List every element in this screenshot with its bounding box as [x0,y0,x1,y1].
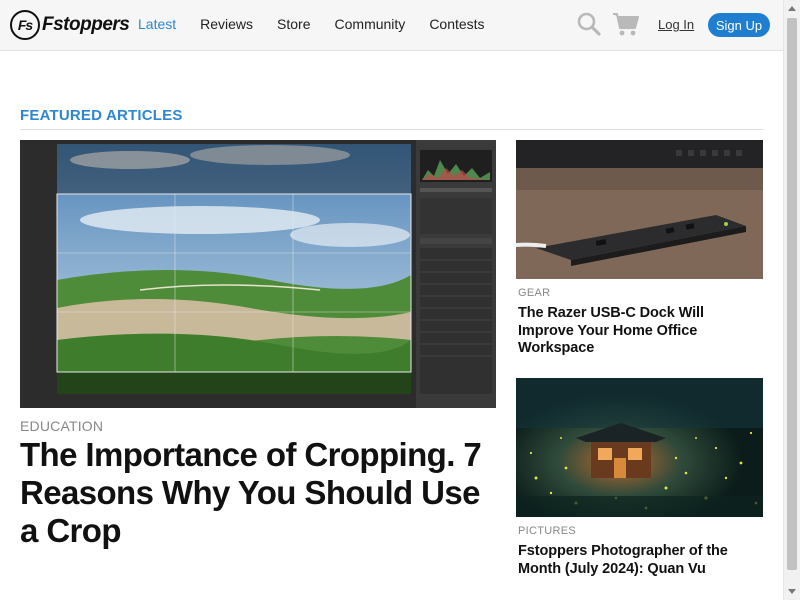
scroll-down-icon[interactable] [788,589,796,594]
signup-button[interactable]: Sign Up [708,13,770,37]
featured-main-image[interactable] [20,140,496,408]
side-article-title[interactable]: Fstoppers Photographer of the Month (Jul… [518,543,758,578]
side-article-title[interactable]: The Razer USB-C Dock Will Improve Your H… [518,305,758,358]
section-divider [20,129,763,130]
side-article-image[interactable] [516,140,763,279]
nav-community[interactable]: Community [335,16,406,32]
featured-main-title[interactable]: The Importance of Cropping. 7 Reasons Wh… [20,436,496,550]
scroll-up-icon[interactable] [788,6,796,11]
cart-icon[interactable] [612,11,640,37]
nav-contests[interactable]: Contests [429,16,484,32]
side-article-category[interactable]: PICTURES [518,525,576,537]
page: Fs Fstoppers Latest Reviews Store Commun… [0,0,800,600]
nav-store[interactable]: Store [277,16,310,32]
site-logo[interactable]: Fs Fstoppers [10,10,130,40]
nav-reviews[interactable]: Reviews [200,16,253,32]
main-nav: Latest Reviews Store Community Contests [126,16,497,32]
page-scrollbar[interactable] [783,0,800,600]
section-title: FEATURED ARTICLES [20,107,183,124]
site-header: Fs Fstoppers Latest Reviews Store Commun… [0,0,783,51]
side-article-image[interactable] [516,378,763,517]
logo-text: Fstoppers [42,14,130,35]
featured-main-category[interactable]: EDUCATION [20,418,103,434]
nav-latest[interactable]: Latest [138,16,176,32]
logo-mark: Fs [10,10,40,40]
side-article-category[interactable]: GEAR [518,287,550,299]
search-icon[interactable] [576,11,602,37]
login-link[interactable]: Log In [658,17,694,32]
scroll-thumb[interactable] [787,18,797,570]
